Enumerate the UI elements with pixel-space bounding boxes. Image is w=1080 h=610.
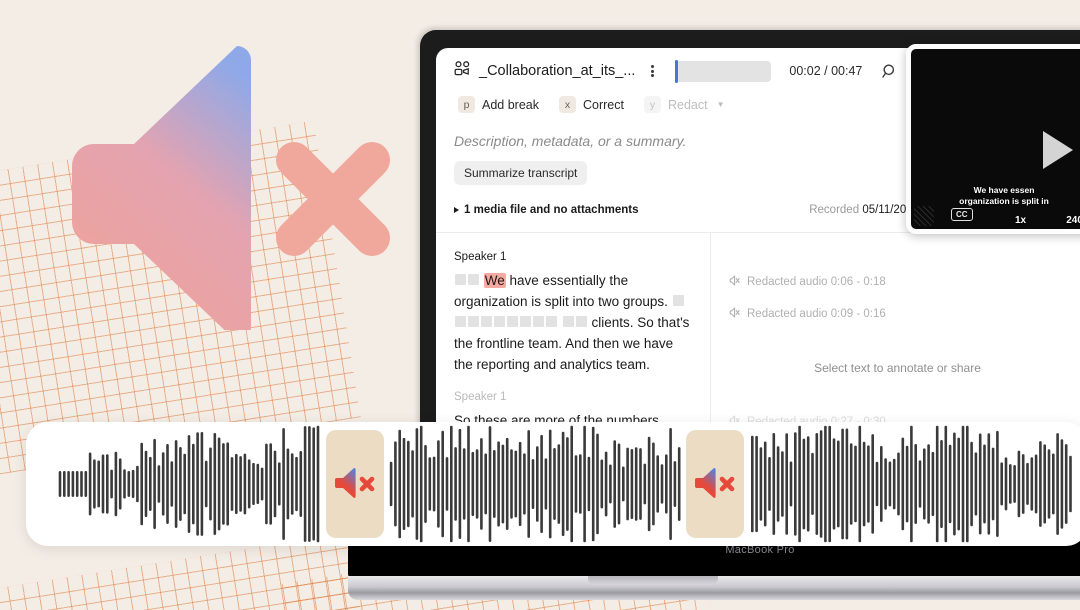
redacted-block	[468, 316, 479, 327]
media-files-disclosure[interactable]: 1 media file and no attachments	[454, 204, 638, 216]
speaker-label-2: Speaker 1	[454, 391, 507, 403]
video-frame[interactable]: We have essen organization is split in CC…	[906, 44, 1080, 234]
speaker-mute-icon	[335, 468, 375, 498]
redacted-block	[562, 316, 574, 327]
redacted-block	[455, 316, 466, 327]
mute-marker-1[interactable]	[326, 430, 384, 538]
redacted-block	[494, 316, 505, 327]
redacted-block	[546, 316, 557, 327]
redacted-block	[455, 274, 466, 285]
annotation-item[interactable]: Redacted audio 0:06 - 0:18	[729, 275, 1066, 289]
scene: MacBook Pro _Collaboration_at_its_... 00…	[0, 0, 1080, 610]
media-files-label: 1 media file and no attachments	[464, 203, 639, 216]
redacted-block	[520, 316, 531, 327]
redacted-block	[481, 316, 492, 327]
redacted-block	[468, 274, 479, 285]
annotation-item[interactable]: Redacted audio 0:09 - 0:16	[729, 307, 1066, 321]
summarize-transcript-button[interactable]: Summarize transcript	[454, 161, 588, 185]
redact-button[interactable]: y Redact ▼	[640, 92, 733, 117]
more-options-icon[interactable]	[643, 60, 661, 82]
people-group-icon	[454, 61, 471, 81]
correct-shortcut: x	[558, 96, 576, 113]
video-corner-texture	[914, 206, 934, 226]
playhead[interactable]	[675, 59, 679, 83]
video-player-panel[interactable]: We have essen organization is split in CC…	[906, 44, 1080, 234]
playback-scrubber[interactable]	[675, 59, 772, 83]
playback-speed-badge[interactable]: 1x	[1015, 215, 1026, 226]
redacted-block	[507, 316, 518, 327]
mute-marker-2[interactable]	[686, 430, 744, 538]
recorded-info: Recorded 05/11/2023	[809, 204, 919, 216]
correct-button[interactable]: x Correct	[555, 92, 632, 117]
document-title: _Collaboration_at_its_...	[479, 63, 636, 79]
cc-badge[interactable]: CC	[951, 208, 973, 221]
redacted-block	[672, 295, 684, 306]
quality-badge[interactable]: 240p	[1066, 215, 1080, 226]
video-captions: We have essen organization is split in	[959, 185, 1049, 206]
speaker-label: Speaker 1	[454, 251, 507, 263]
chevron-down-icon[interactable]: ▼	[717, 100, 725, 109]
redact-shortcut: y	[643, 96, 661, 113]
chevron-right-icon	[454, 206, 459, 213]
highlighted-word[interactable]: We	[483, 273, 506, 288]
close-x-icon	[276, 142, 390, 256]
correct-label: Correct	[582, 97, 624, 112]
laptop-notch	[588, 576, 718, 585]
play-triangle-icon[interactable]	[1043, 131, 1073, 169]
redacted-block	[533, 316, 544, 327]
recorded-label: Recorded	[809, 203, 860, 216]
redacted-audio-icon	[729, 307, 740, 321]
add-break-label: Add break	[482, 97, 539, 112]
add-break-shortcut: p	[458, 96, 475, 113]
redact-label: Redact	[667, 97, 708, 112]
annotation-label: Redacted audio 0:09 - 0:16	[747, 308, 886, 320]
waveform-bar[interactable]	[26, 422, 1080, 546]
utterance-1[interactable]: We have essentially the organization is …	[454, 270, 694, 375]
annotation-hint: Select text to annotate or share	[814, 361, 981, 375]
waveform-visualization[interactable]	[26, 422, 1080, 546]
speaker-mute-icon	[695, 468, 735, 498]
redacted-audio-icon	[729, 275, 740, 289]
add-break-button[interactable]: p Add break	[454, 92, 547, 117]
search-icon[interactable]	[882, 63, 898, 79]
redacted-block	[575, 316, 587, 327]
time-display: 00:02 / 00:47	[789, 64, 863, 78]
annotation-label: Redacted audio 0:06 - 0:18	[747, 276, 886, 288]
